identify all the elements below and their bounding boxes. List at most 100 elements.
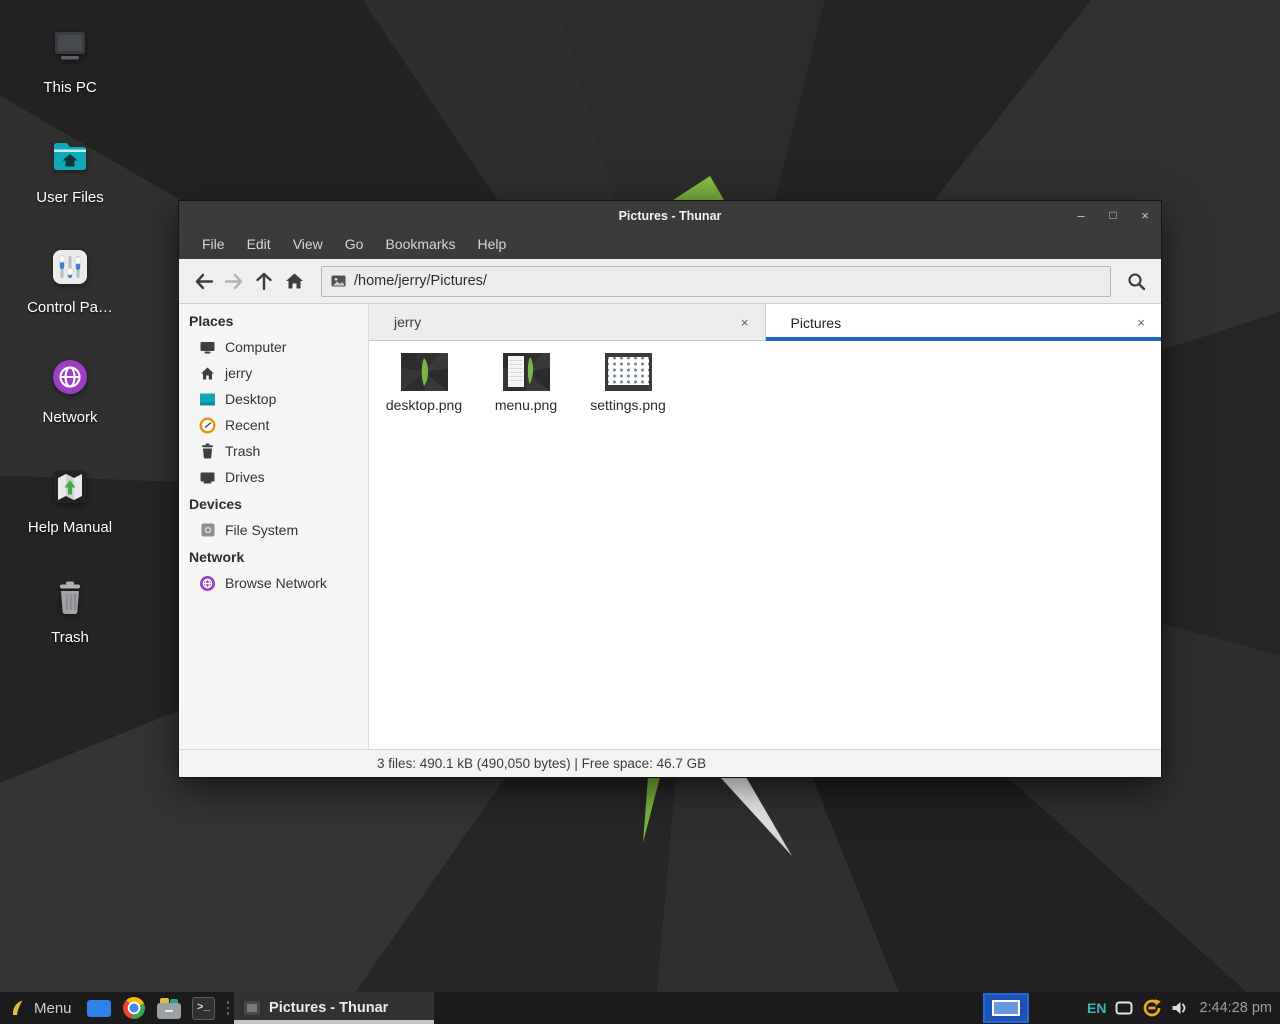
- thunar-window: Pictures - Thunar – □ × File Edit View G…: [178, 200, 1162, 778]
- file-menu-png[interactable]: menu.png: [475, 353, 577, 413]
- sidebar-item-label: Computer: [225, 339, 286, 355]
- back-button[interactable]: [189, 266, 219, 296]
- address-bar[interactable]: /home/jerry/Pictures/: [321, 266, 1111, 297]
- distro-logo-icon: [8, 999, 26, 1017]
- chrome-icon: [123, 997, 145, 1019]
- window-titlebar[interactable]: Pictures - Thunar – □ ×: [179, 201, 1161, 230]
- menu-bookmarks[interactable]: Bookmarks: [374, 230, 466, 259]
- sidebar-item-label: jerry: [225, 365, 252, 381]
- desktop-icon-control-panel[interactable]: Control Pa…: [10, 244, 130, 354]
- desktop-icon-user-files[interactable]: User Files: [10, 134, 130, 244]
- file-manager-launcher[interactable]: [156, 995, 182, 1021]
- desktop-screen: This PC User Files: [0, 0, 1280, 1024]
- tab-jerry[interactable]: jerry ×: [369, 304, 766, 341]
- file-list-view[interactable]: desktop.png menu.png: [369, 341, 1161, 749]
- terminal-icon: >_: [192, 997, 215, 1020]
- side-pane: Places Computer: [179, 304, 369, 749]
- thumbnail-settings-grid: [608, 357, 649, 385]
- back-arrow-icon: [194, 273, 214, 290]
- tab-pictures[interactable]: Pictures ×: [766, 304, 1162, 341]
- speaker-icon: [1171, 1000, 1188, 1016]
- this-pc-icon: [47, 24, 93, 70]
- sidebar-item-label: Browse Network: [225, 575, 327, 591]
- desktop-icon-network[interactable]: Network: [10, 354, 130, 464]
- recent-clock-icon: [199, 417, 216, 434]
- taskbar-window-button[interactable]: Pictures - Thunar: [234, 992, 434, 1024]
- search-icon: [1127, 272, 1146, 291]
- display-icon: [1115, 1001, 1133, 1015]
- desktop-icon-label: Control Pa…: [27, 299, 113, 316]
- sidebar-item-label: Recent: [225, 417, 269, 433]
- tab-close-icon[interactable]: ×: [737, 315, 753, 330]
- home-button[interactable]: [279, 266, 309, 296]
- window-controls: – □ ×: [1051, 201, 1161, 230]
- volume-tray-button[interactable]: [1171, 1000, 1188, 1016]
- taskbar-window-label: Pictures - Thunar: [269, 1000, 388, 1016]
- sidebar-item-jerry-home[interactable]: jerry: [179, 360, 368, 386]
- window-toolbar: /home/jerry/Pictures/: [179, 259, 1161, 304]
- system-tray: EN 2:44:28 pm: [983, 992, 1280, 1024]
- show-desktop-button[interactable]: [86, 995, 112, 1021]
- window-menubar: File Edit View Go Bookmarks Help: [179, 230, 1161, 259]
- panel-handle[interactable]: [227, 1001, 230, 1015]
- image-folder-icon: [331, 275, 346, 287]
- file-name: settings.png: [590, 397, 666, 413]
- file-desktop-png[interactable]: desktop.png: [373, 353, 475, 413]
- close-button[interactable]: ×: [1129, 201, 1161, 230]
- sidebar-item-label: Desktop: [225, 391, 276, 407]
- menu-go[interactable]: Go: [334, 230, 375, 259]
- browser-launcher[interactable]: [121, 995, 147, 1021]
- menu-button[interactable]: Menu: [0, 992, 78, 1024]
- maximize-button[interactable]: □: [1097, 201, 1129, 230]
- terminal-launcher[interactable]: >_: [191, 995, 217, 1021]
- menu-file[interactable]: File: [191, 230, 236, 259]
- desktop-icon-label: User Files: [36, 189, 104, 206]
- wallpaper-mint-leaf-bottom: [640, 777, 664, 843]
- desktop-icon-trash[interactable]: Trash: [10, 574, 130, 684]
- sidebar-item-desktop[interactable]: Desktop: [179, 386, 368, 412]
- up-arrow-icon: [255, 272, 273, 291]
- sidebar-header-places: Places: [179, 307, 368, 334]
- update-manager-tray-button[interactable]: [1142, 998, 1162, 1018]
- tab-bar: jerry × Pictures ×: [369, 304, 1161, 341]
- menu-edit[interactable]: Edit: [236, 230, 282, 259]
- tab-close-icon[interactable]: ×: [1133, 315, 1149, 330]
- sidebar-item-trash[interactable]: Trash: [179, 438, 368, 464]
- wallpaper-white-shard: [716, 777, 796, 857]
- sidebar-item-file-system[interactable]: File System: [179, 517, 368, 543]
- settings-png-thumbnail: [605, 353, 652, 391]
- sidebar-item-label: Trash: [225, 443, 260, 459]
- display-tray-button[interactable]: [1115, 1001, 1133, 1015]
- address-path[interactable]: /home/jerry/Pictures/: [354, 273, 487, 289]
- hard-drive-icon: [199, 522, 216, 539]
- tab-label: Pictures: [791, 315, 1134, 331]
- forward-button[interactable]: [219, 266, 249, 296]
- sidebar-item-drives[interactable]: Drives: [179, 464, 368, 490]
- home-icon: [285, 272, 304, 290]
- trash-icon: [199, 443, 216, 460]
- sidebar-item-computer[interactable]: Computer: [179, 334, 368, 360]
- workspace-switcher[interactable]: [983, 993, 1029, 1023]
- sidebar-item-recent[interactable]: Recent: [179, 412, 368, 438]
- sidebar-header-devices: Devices: [179, 490, 368, 517]
- menu-help[interactable]: Help: [467, 230, 518, 259]
- file-settings-png[interactable]: settings.png: [577, 353, 679, 413]
- sidebar-item-browse-network[interactable]: Browse Network: [179, 570, 368, 596]
- show-desktop-icon: [87, 1000, 111, 1017]
- home-icon: [199, 365, 216, 382]
- search-button[interactable]: [1121, 266, 1151, 296]
- desktop-icon-label: This PC: [43, 79, 96, 96]
- menu-view[interactable]: View: [282, 230, 334, 259]
- computer-icon: [199, 339, 216, 356]
- file-name: desktop.png: [386, 397, 462, 413]
- file-name: menu.png: [495, 397, 557, 413]
- taskbar-clock[interactable]: 2:44:28 pm: [1199, 1000, 1272, 1016]
- desktop-icon-label: Help Manual: [28, 519, 112, 536]
- desktop-icon-help-manual[interactable]: Help Manual: [10, 464, 130, 574]
- tab-label: jerry: [394, 314, 737, 330]
- up-button[interactable]: [249, 266, 279, 296]
- minimize-button[interactable]: –: [1065, 201, 1097, 230]
- desktop-icon-this-pc[interactable]: This PC: [10, 24, 130, 134]
- keyboard-layout-indicator[interactable]: EN: [1087, 1000, 1106, 1016]
- taskbar-panel: Menu >_ Pictures - Thunar: [0, 992, 1280, 1024]
